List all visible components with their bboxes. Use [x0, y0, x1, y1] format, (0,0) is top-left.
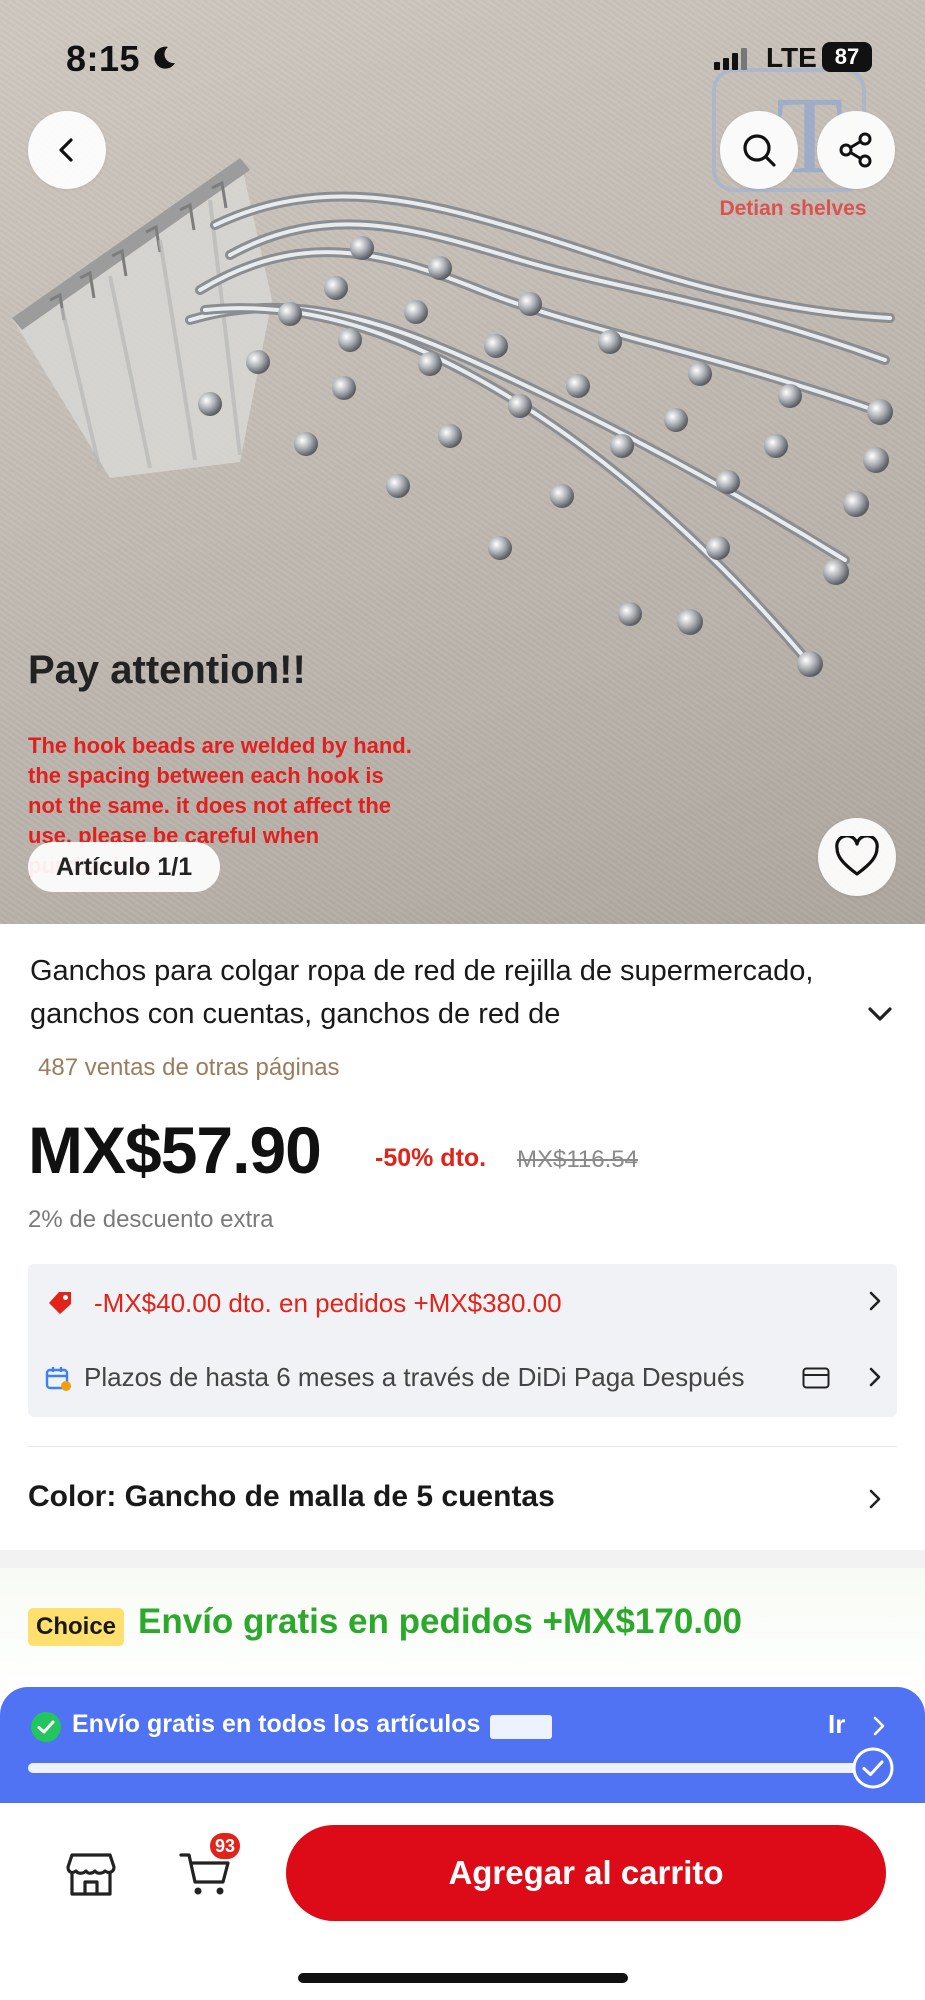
share-icon: [839, 132, 872, 168]
extra-discount: 2% de descuento extra: [28, 1206, 274, 1233]
chevron-right-icon: [873, 1716, 885, 1736]
shipping-progress-track: [28, 1763, 876, 1773]
watermark-text: Detian shelves: [719, 197, 867, 220]
chevron-down-icon[interactable]: [862, 996, 898, 1032]
status-time: 8:15: [66, 38, 141, 79]
coupon-text: -MX$40.00 dto. en pedidos +MX$380.00: [94, 1288, 562, 1318]
moon-icon: [154, 46, 175, 69]
search-icon: [743, 134, 776, 167]
variant-label: Color: Gancho de malla de 5 cuentas: [28, 1480, 555, 1513]
check-circle-icon: [852, 1747, 894, 1789]
back-icon: [59, 138, 73, 162]
calendar-icon: [45, 1367, 71, 1391]
go-link[interactable]: Ir: [828, 1709, 845, 1740]
title-fade: [812, 993, 862, 1036]
choice-badge: Choice: [28, 1608, 125, 1646]
signal-icon: [714, 48, 747, 70]
image-counter: Artículo 1/1: [28, 842, 221, 892]
status-bar: 8:15 LTE 87: [0, 0, 925, 118]
home-indicator: [298, 1973, 628, 1983]
promotions-box: -MX$40.00 dto. en pedidos +MX$380.00 Pla…: [28, 1264, 897, 1417]
chevron-right-icon: [869, 1291, 881, 1311]
divider: [28, 1446, 897, 1447]
shipping-progress-fill: [28, 1763, 876, 1773]
free-shipping-bar[interactable]: Envío gratis en todos los artículos Ir: [0, 1687, 925, 1803]
back-button[interactable]: [28, 111, 106, 189]
search-button[interactable]: [720, 111, 798, 189]
original-price: MX$116.54: [517, 1146, 638, 1173]
check-circle-icon: [31, 1712, 61, 1742]
free-shipping-text: Envío gratis en todos los artículos: [72, 1710, 481, 1738]
chevron-right-icon: [869, 1489, 881, 1509]
variant-selector[interactable]: Color: Gancho de malla de 5 cuentas: [28, 1470, 897, 1526]
choice-shipping-banner[interactable]: Choice Envío gratis en pedidos +MX$170.0…: [0, 1568, 925, 1688]
installments-row[interactable]: Plazos de hasta 6 meses a través de DiDi…: [28, 1352, 897, 1402]
bottom-action-bar: 93 Agregar al carrito: [0, 1803, 925, 2000]
heart-icon: [835, 836, 879, 876]
current-price: MX$57.90: [28, 1113, 322, 1187]
battery-level: 87: [822, 42, 872, 72]
share-button[interactable]: [817, 111, 895, 189]
cart-count-badge: 93: [208, 1831, 243, 1861]
discount-percent: -50% dto.: [375, 1144, 487, 1172]
installments-text: Plazos de hasta 6 meses a través de DiDi…: [84, 1362, 745, 1392]
chevron-right-icon: [869, 1367, 881, 1387]
notice-title: Pay attention!!: [28, 648, 306, 692]
choice-text: Envío gratis en pedidos +MX$170.00: [138, 1602, 742, 1641]
sales-count: 487 ventas de otras páginas: [38, 1054, 340, 1081]
store-icon[interactable]: [64, 1847, 118, 1901]
card-icon: [802, 1367, 830, 1389]
product-title: Ganchos para colgar ropa de red de rejil…: [30, 955, 814, 1030]
coupon-tag-icon: [49, 1292, 71, 1314]
section-gap: [0, 1550, 925, 1568]
shipping-chip: [490, 1715, 552, 1739]
add-to-cart-button[interactable]: Agregar al carrito: [286, 1825, 886, 1921]
network-type: LTE: [766, 42, 817, 73]
wishlist-button[interactable]: [818, 818, 896, 896]
coupon-row[interactable]: -MX$40.00 dto. en pedidos +MX$380.00: [28, 1276, 897, 1326]
